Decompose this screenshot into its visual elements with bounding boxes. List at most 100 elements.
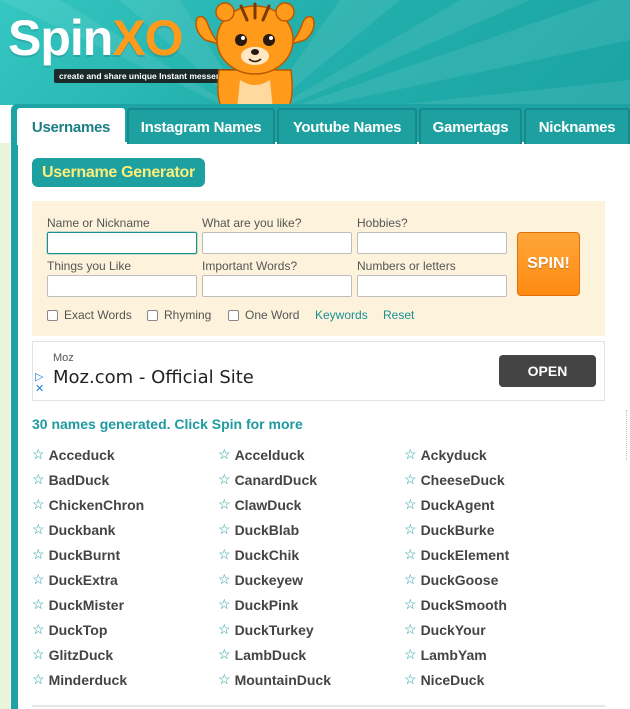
- important-words-input[interactable]: [202, 275, 352, 297]
- generated-name-item[interactable]: ☆ Ackyduck: [404, 446, 487, 463]
- generated-name-label[interactable]: LambDuck: [235, 647, 307, 663]
- generated-name-item[interactable]: ☆ DuckPink: [218, 596, 298, 613]
- generated-name-label[interactable]: MountainDuck: [235, 672, 331, 688]
- generated-name-item[interactable]: ☆ DuckBurke: [404, 521, 494, 538]
- generated-name-item[interactable]: ☆ BadDuck: [32, 471, 109, 488]
- reset-link[interactable]: Reset: [383, 308, 414, 322]
- star-outline-icon[interactable]: ☆: [32, 671, 45, 688]
- generated-name-label[interactable]: DuckTurkey: [235, 622, 314, 638]
- spinxo-logo[interactable]: SpinXO: [8, 10, 184, 66]
- generated-name-label[interactable]: DuckBurke: [421, 522, 495, 538]
- generated-name-label[interactable]: Acceduck: [49, 447, 115, 463]
- generated-name-label[interactable]: Duckbank: [49, 522, 116, 538]
- star-outline-icon[interactable]: ☆: [32, 571, 45, 588]
- ad-banner[interactable]: ▷ ✕ Moz Moz.com - Official Site OPEN: [32, 341, 605, 401]
- star-outline-icon[interactable]: ☆: [404, 596, 417, 613]
- ad-open-button[interactable]: OPEN: [499, 355, 596, 387]
- star-outline-icon[interactable]: ☆: [32, 596, 45, 613]
- hobbies-input[interactable]: [357, 232, 507, 254]
- generated-name-label[interactable]: LambYam: [421, 647, 487, 663]
- star-outline-icon[interactable]: ☆: [404, 621, 417, 638]
- star-outline-icon[interactable]: ☆: [218, 521, 231, 538]
- star-outline-icon[interactable]: ☆: [32, 646, 45, 663]
- star-outline-icon[interactable]: ☆: [218, 496, 231, 513]
- tab-usernames[interactable]: Usernames: [17, 108, 125, 145]
- generated-name-item[interactable]: ☆ Accelduck: [218, 446, 305, 463]
- generated-name-item[interactable]: ☆ DuckMister: [32, 596, 124, 613]
- star-outline-icon[interactable]: ☆: [218, 471, 231, 488]
- generated-name-label[interactable]: ChickenChron: [49, 497, 145, 513]
- generated-name-label[interactable]: DuckTop: [49, 622, 108, 638]
- generated-name-label[interactable]: NiceDuck: [421, 672, 485, 688]
- generated-name-item[interactable]: ☆ LambDuck: [218, 646, 306, 663]
- star-outline-icon[interactable]: ☆: [32, 546, 45, 563]
- generated-name-item[interactable]: ☆ Duckeyew: [218, 571, 303, 588]
- generated-name-item[interactable]: ☆ Acceduck: [32, 446, 115, 463]
- generated-name-item[interactable]: ☆ DuckAgent: [404, 496, 494, 513]
- generated-name-item[interactable]: ☆ LambYam: [404, 646, 487, 663]
- generated-name-label[interactable]: BadDuck: [49, 472, 110, 488]
- star-outline-icon[interactable]: ☆: [32, 471, 45, 488]
- keywords-link[interactable]: Keywords: [315, 308, 368, 322]
- generated-name-label[interactable]: DuckBurnt: [49, 547, 121, 563]
- generated-name-item[interactable]: ☆ DuckYour: [404, 621, 486, 638]
- generated-name-label[interactable]: DuckMister: [49, 597, 124, 613]
- generated-name-label[interactable]: DuckAgent: [421, 497, 495, 513]
- star-outline-icon[interactable]: ☆: [218, 596, 231, 613]
- name-or-nickname-input[interactable]: [47, 232, 197, 254]
- exact-words-option[interactable]: Exact Words: [47, 308, 132, 322]
- rhyming-option[interactable]: Rhyming: [147, 308, 211, 322]
- generated-name-label[interactable]: CheeseDuck: [421, 472, 505, 488]
- generated-name-label[interactable]: DuckGoose: [421, 572, 499, 588]
- generated-name-item[interactable]: ☆ CanardDuck: [218, 471, 317, 488]
- generated-name-label[interactable]: GlitzDuck: [49, 647, 114, 663]
- ad-close-icon[interactable]: ✕: [35, 382, 44, 395]
- generated-name-item[interactable]: ☆ GlitzDuck: [32, 646, 113, 663]
- generated-name-item[interactable]: ☆ DuckTop: [32, 621, 107, 638]
- one-word-option[interactable]: One Word: [228, 308, 299, 322]
- generated-name-label[interactable]: Duckeyew: [235, 572, 303, 588]
- generated-name-item[interactable]: ☆ NiceDuck: [404, 671, 484, 688]
- generated-name-label[interactable]: DuckPink: [235, 597, 299, 613]
- one-word-checkbox[interactable]: [228, 309, 239, 321]
- generated-name-item[interactable]: ☆ DuckElement: [404, 546, 509, 563]
- star-outline-icon[interactable]: ☆: [218, 571, 231, 588]
- generated-name-item[interactable]: ☆ ClawDuck: [218, 496, 301, 513]
- star-outline-icon[interactable]: ☆: [32, 496, 45, 513]
- star-outline-icon[interactable]: ☆: [404, 446, 417, 463]
- generated-name-label[interactable]: DuckBlab: [235, 522, 300, 538]
- generated-name-label[interactable]: DuckExtra: [49, 572, 118, 588]
- star-outline-icon[interactable]: ☆: [218, 546, 231, 563]
- star-outline-icon[interactable]: ☆: [218, 671, 231, 688]
- generated-name-item[interactable]: ☆ MountainDuck: [218, 671, 331, 688]
- star-outline-icon[interactable]: ☆: [32, 621, 45, 638]
- generated-name-item[interactable]: ☆ DuckGoose: [404, 571, 498, 588]
- star-outline-icon[interactable]: ☆: [404, 671, 417, 688]
- star-outline-icon[interactable]: ☆: [404, 471, 417, 488]
- generated-name-label[interactable]: DuckElement: [421, 547, 510, 563]
- generated-name-label[interactable]: Minderduck: [49, 672, 128, 688]
- star-outline-icon[interactable]: ☆: [218, 446, 231, 463]
- generated-name-item[interactable]: ☆ Minderduck: [32, 671, 127, 688]
- generated-name-label[interactable]: DuckYour: [421, 622, 486, 638]
- generated-name-item[interactable]: ☆ DuckTurkey: [218, 621, 314, 638]
- generated-name-label[interactable]: Ackyduck: [421, 447, 487, 463]
- generated-name-item[interactable]: ☆ DuckChik: [218, 546, 299, 563]
- ad-title[interactable]: Moz.com - Official Site: [53, 367, 254, 388]
- star-outline-icon[interactable]: ☆: [404, 571, 417, 588]
- generated-name-item[interactable]: ☆ Duckbank: [32, 521, 115, 538]
- generated-name-label[interactable]: ClawDuck: [235, 497, 302, 513]
- star-outline-icon[interactable]: ☆: [404, 521, 417, 538]
- star-outline-icon[interactable]: ☆: [404, 546, 417, 563]
- tab-instagram-names[interactable]: Instagram Names: [127, 108, 275, 144]
- tab-gamertags[interactable]: Gamertags: [419, 108, 522, 144]
- generated-name-item[interactable]: ☆ DuckBurnt: [32, 546, 120, 563]
- generated-name-label[interactable]: DuckChik: [235, 547, 300, 563]
- star-outline-icon[interactable]: ☆: [32, 521, 45, 538]
- star-outline-icon[interactable]: ☆: [218, 621, 231, 638]
- exact-words-checkbox[interactable]: [47, 309, 58, 321]
- star-outline-icon[interactable]: ☆: [32, 446, 45, 463]
- generated-name-item[interactable]: ☆ CheeseDuck: [404, 471, 505, 488]
- tab-nicknames[interactable]: Nicknames: [524, 108, 630, 144]
- generated-name-item[interactable]: ☆ ChickenChron: [32, 496, 144, 513]
